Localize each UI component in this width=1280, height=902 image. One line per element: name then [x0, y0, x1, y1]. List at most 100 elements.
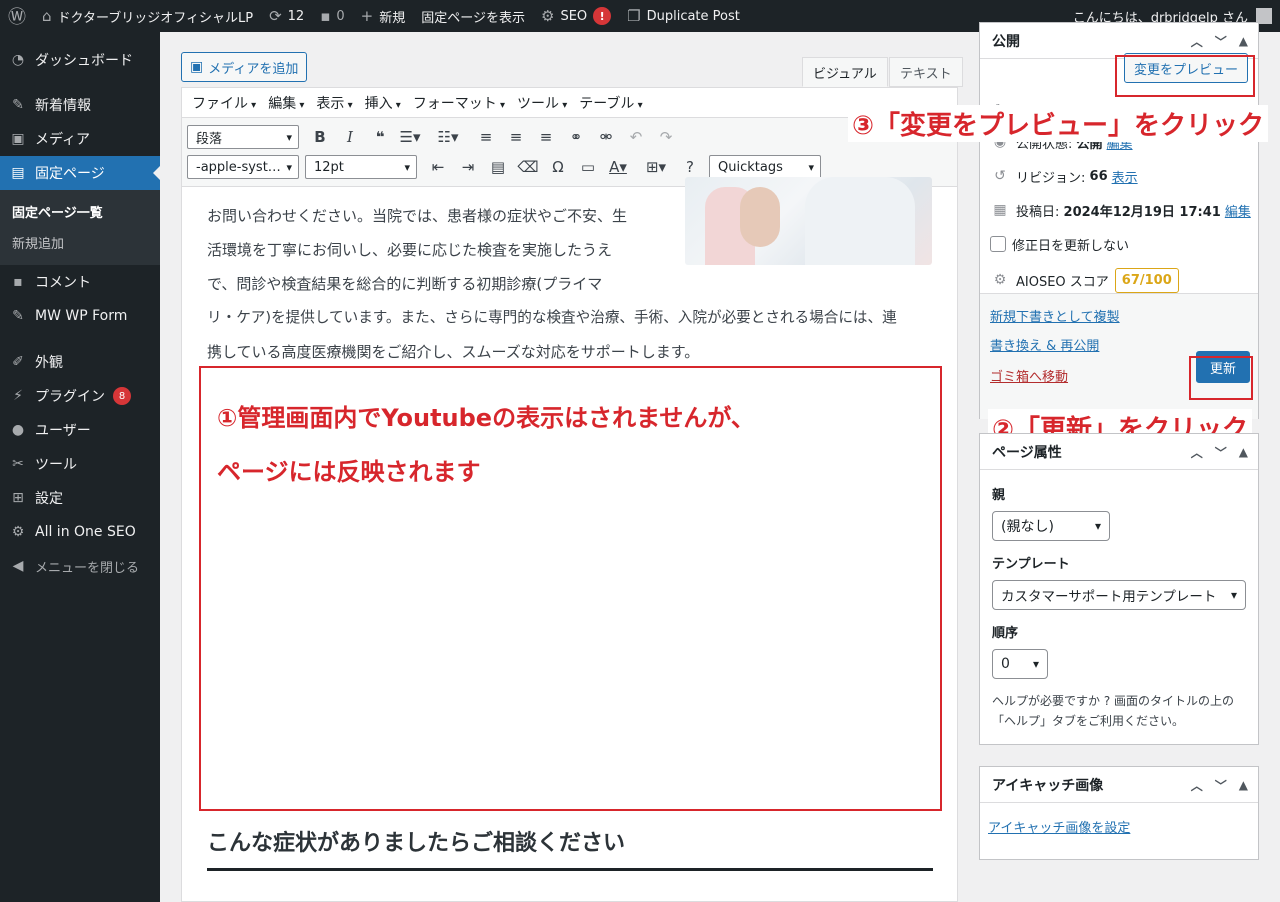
font-family-select[interactable]: -apple-syst…	[187, 155, 299, 179]
italic-icon[interactable]: I	[335, 128, 365, 146]
sidebar-subitem-add-new[interactable]: 新規追加	[0, 227, 160, 258]
tab-visual[interactable]: ビジュアル	[802, 57, 888, 87]
font-size-select[interactable]: 12pt	[305, 155, 417, 179]
new-content-link[interactable]: + 新規	[353, 0, 414, 32]
text-color-icon[interactable]: A▾	[603, 158, 633, 176]
collapse-menu-button[interactable]: ◀ メニューを閉じる	[0, 549, 160, 583]
edit-date-link[interactable]: 編集	[1225, 201, 1251, 220]
featured-image-panel: アイキャッチ画像 ︿ ﹀ ▲ アイキャッチ画像を設定	[979, 766, 1259, 860]
seo-alert-badge: !	[593, 7, 612, 25]
toggle-triangle-icon[interactable]: ▲	[1239, 34, 1248, 48]
paragraph-line: 活環境を丁寧にお伺いし、必要に応じた検査を実施したうえ	[207, 241, 613, 259]
toggle-triangle-icon[interactable]: ▲	[1239, 778, 1248, 792]
template-label: テンプレート	[992, 557, 1070, 572]
rewrite-republish-link[interactable]: 書き換え & 再公開	[990, 335, 1099, 354]
chevron-down-icon[interactable]: ﹀	[1215, 33, 1227, 50]
seo-menu[interactable]: ⚙ SEO!	[533, 0, 619, 32]
chevron-down-icon[interactable]: ﹀	[1215, 444, 1227, 461]
no-update-date-checkbox[interactable]	[990, 236, 1006, 252]
media-icon: ▣	[11, 131, 25, 147]
menu-insert[interactable]: 挿入	[359, 93, 407, 113]
align-right-icon[interactable]: ≡	[531, 128, 561, 146]
chevron-up-icon[interactable]: ︿	[1191, 444, 1203, 461]
numbered-list-icon[interactable]: ☷▾	[433, 128, 463, 146]
bold-icon[interactable]: B	[305, 128, 335, 146]
sidebar-item-tools[interactable]: ✂ ツール	[0, 447, 160, 481]
align-center-icon[interactable]: ≡	[501, 128, 531, 146]
align-left-icon[interactable]: ≡	[471, 128, 501, 146]
view-page-link[interactable]: 固定ページを表示	[413, 0, 533, 32]
updates-link[interactable]: ⟳ 12	[261, 0, 312, 32]
site-name-link[interactable]: ⌂ ドクターブリッジオフィシャルLP	[34, 0, 261, 32]
chevron-down-icon[interactable]: ﹀	[1215, 777, 1227, 794]
home-icon: ⌂	[42, 7, 52, 25]
sidebar-item-dashboard[interactable]: ◔ ダッシュボード	[0, 44, 160, 76]
media-icon: ▣	[190, 59, 204, 75]
unlink-icon[interactable]: ⚮	[591, 128, 621, 146]
wordpress-logo-icon[interactable]: Ⓦ	[0, 0, 34, 32]
redo-icon[interactable]: ↷	[651, 128, 681, 146]
copy-to-draft-link[interactable]: 新規下書きとして複製	[990, 306, 1120, 325]
template-select[interactable]: カスタマーサポート用テンプレート	[992, 580, 1246, 610]
revisions-row: ↺ リビジョン: 66 表示	[980, 159, 1258, 193]
quicktags-select[interactable]: Quicktags	[709, 155, 821, 179]
order-input[interactable]: 0	[992, 649, 1048, 679]
bullet-list-icon[interactable]: ☰▾	[395, 128, 425, 146]
toggle-triangle-icon[interactable]: ▲	[1239, 445, 1248, 459]
paragraph-line: 携している高度医療機関をご紹介し、スムーズな対応をサポートします。	[207, 343, 700, 361]
sidebar-item-posts[interactable]: ✎ 新着情報	[0, 88, 160, 122]
set-featured-image-link[interactable]: アイキャッチ画像を設定	[988, 817, 1258, 836]
sidebar-item-appearance[interactable]: ✐ 外観	[0, 345, 160, 379]
menu-table[interactable]: テーブル	[573, 93, 648, 113]
view-revisions-link[interactable]: 表示	[1112, 167, 1138, 186]
editor-content[interactable]: お問い合わせください。当院では、患者様の症状やご不安、生 活環境を丁寧にお伺いし…	[182, 177, 957, 369]
chevron-up-icon[interactable]: ︿	[1191, 777, 1203, 794]
content-heading: こんな症状がありましたらご相談ください	[207, 831, 626, 856]
sidebar-item-media[interactable]: ▣ メディア	[0, 122, 160, 156]
duplicate-icon: ❐	[627, 7, 641, 25]
tab-text[interactable]: テキスト	[889, 57, 963, 87]
comments-link[interactable]: ▪ 0	[312, 0, 352, 32]
omega-icon[interactable]: Ω	[543, 158, 573, 176]
sidebar-item-plugins[interactable]: ⚡ プラグイン 8	[0, 379, 160, 413]
paste-text-icon[interactable]: ▤	[483, 158, 513, 176]
move-to-trash-link[interactable]: ゴミ箱へ移動	[990, 366, 1068, 385]
aioseo-score-badge[interactable]: 67/100	[1114, 267, 1179, 293]
sidebar-item-mw-wp-form[interactable]: ✎ MW WP Form	[0, 299, 160, 333]
menu-file[interactable]: ファイル	[186, 93, 262, 113]
main-content: ▣メディアを追加 ビジュアル テキスト ファイル 編集 表示 挿入 フォーマット…	[160, 22, 1280, 902]
blockquote-icon[interactable]: ❝	[365, 128, 395, 146]
menu-edit[interactable]: 編集	[262, 93, 310, 113]
settings-icon: ⊞	[12, 490, 24, 506]
sidebar-item-pages[interactable]: ▤ 固定ページ	[0, 156, 161, 190]
indent-icon[interactable]: ⇥	[453, 158, 483, 176]
parent-select[interactable]: (親なし)	[992, 511, 1110, 541]
aioseo-icon: ⚙	[993, 272, 1007, 288]
sidebar-item-comments[interactable]: ▪ コメント	[0, 265, 160, 299]
sidebar-item-aioseo[interactable]: ⚙ All in One SEO	[0, 515, 160, 549]
chevron-up-icon[interactable]: ︿	[1191, 33, 1203, 50]
menu-format[interactable]: フォーマット	[407, 93, 511, 113]
publish-date-row: ▦ 投稿日: 2024年12月19日 17:41 編集	[980, 193, 1258, 227]
format-select[interactable]: 段落	[187, 125, 299, 149]
help-icon[interactable]: ?	[675, 158, 705, 176]
menu-view[interactable]: 表示	[310, 93, 358, 113]
paragraph-line: で、問診や検査結果を総合的に判断する初期診療(プライマ	[207, 275, 603, 293]
brush-icon: ✐	[12, 354, 24, 370]
page-attributes-header: ページ属性 ︿ ﹀ ▲	[980, 434, 1258, 470]
duplicate-post-link[interactable]: ❐ Duplicate Post	[619, 0, 748, 32]
table-icon[interactable]: ⊞▾	[641, 158, 671, 176]
admin-sidebar: ◔ ダッシュボード ✎ 新着情報 ▣ メディア ▤ 固定ページ 固定ページ一覧 新規追加…	[0, 32, 161, 902]
eraser-icon[interactable]: ⌫	[513, 158, 543, 176]
sidebar-item-settings[interactable]: ⊞ 設定	[0, 481, 160, 515]
sidebar-subitem-pages-list[interactable]: 固定ページ一覧	[0, 196, 160, 227]
menu-tools[interactable]: ツール	[511, 93, 573, 113]
user-icon: ●	[11, 422, 25, 438]
paragraph-line: リ・ケア)を提供しています。また、さらに専門的な検査や治療、手術、入院が必要とさ…	[207, 309, 897, 326]
horizontal-rule-icon[interactable]: ▭	[573, 158, 603, 176]
sidebar-item-users[interactable]: ● ユーザー	[0, 413, 160, 447]
undo-icon[interactable]: ↶	[621, 128, 651, 146]
add-media-button[interactable]: ▣ メディアを追加	[181, 52, 308, 82]
link-icon[interactable]: ⚭	[561, 128, 591, 146]
outdent-icon[interactable]: ⇤	[423, 158, 453, 176]
